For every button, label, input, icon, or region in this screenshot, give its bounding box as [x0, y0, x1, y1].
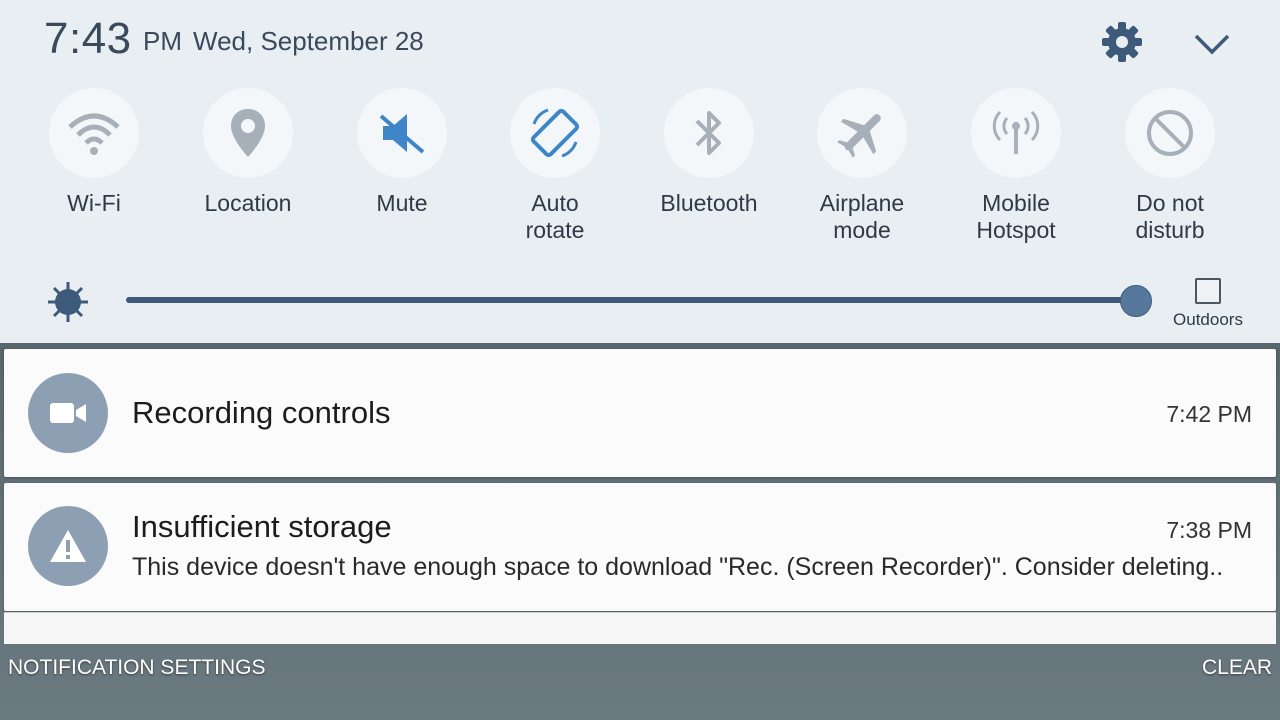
notification-insufficient-storage[interactable]: Insufficient storage 7:38 PM This device… [4, 483, 1276, 611]
do-not-disturb-icon [1125, 88, 1215, 178]
notification-title: Recording controls [132, 395, 391, 430]
tile-bluetooth[interactable]: Bluetooth [634, 88, 784, 258]
tile-label: Auto rotate [525, 190, 585, 243]
date-label: Wed, September 28 [193, 26, 424, 56]
brightness-slider[interactable] [126, 297, 1136, 303]
outdoors-checkbox[interactable] [1195, 278, 1221, 304]
tile-label: Wi-Fi [67, 190, 121, 216]
tile-wifi[interactable]: Wi-Fi [19, 88, 169, 258]
tile-label: Mute [376, 190, 428, 216]
notification-title: Insufficient storage [132, 509, 392, 544]
tile-do-not-disturb[interactable]: Do not disturb [1095, 88, 1245, 258]
clock-ampm: PM [143, 26, 182, 56]
tile-label: Mobile Hotspot [976, 190, 1056, 243]
tile-location[interactable]: Location [173, 88, 323, 258]
notification-time: 7:38 PM [1166, 517, 1252, 543]
clock-time: 7:43 [44, 14, 132, 63]
video-camera-icon [28, 373, 108, 453]
tile-label: Bluetooth [660, 190, 758, 216]
chevron-down-icon[interactable] [1190, 26, 1234, 62]
tile-mobile-hotspot[interactable]: Mobile Hotspot [941, 88, 1091, 258]
mute-icon [357, 88, 447, 178]
gear-icon[interactable] [1100, 20, 1144, 64]
notification-body: This device doesn't have enough space to… [132, 553, 1224, 581]
tile-label: Do not disturb [1135, 190, 1205, 243]
brightness-icon [48, 282, 88, 322]
notification-time: 7:42 PM [1166, 401, 1252, 427]
notification-recording-controls[interactable]: Recording controls 7:42 PM [4, 349, 1276, 477]
auto-rotate-icon [510, 88, 600, 178]
airplane-icon [817, 88, 907, 178]
wifi-icon [49, 88, 139, 178]
tile-label: Airplane mode [819, 190, 905, 243]
notification-settings-button[interactable]: NOTIFICATION SETTINGS [8, 656, 265, 680]
location-pin-icon [203, 88, 293, 178]
clear-button[interactable]: CLEAR [1202, 656, 1272, 680]
warning-icon [28, 506, 108, 586]
outdoors-label: Outdoors [1173, 310, 1243, 329]
tile-label: Location [204, 190, 292, 216]
hotspot-icon [971, 88, 1061, 178]
tile-mute[interactable]: Mute [327, 88, 477, 258]
tile-airplane-mode[interactable]: Airplane mode [787, 88, 937, 258]
bluetooth-icon [664, 88, 754, 178]
tile-auto-rotate[interactable]: Auto rotate [480, 88, 630, 258]
quick-settings-panel: 7:43 PM Wed, September 28 Wi-Fi Location… [0, 0, 1280, 343]
brightness-slider-handle[interactable] [1120, 285, 1152, 317]
stacked-notification-peek[interactable] [4, 612, 1276, 644]
